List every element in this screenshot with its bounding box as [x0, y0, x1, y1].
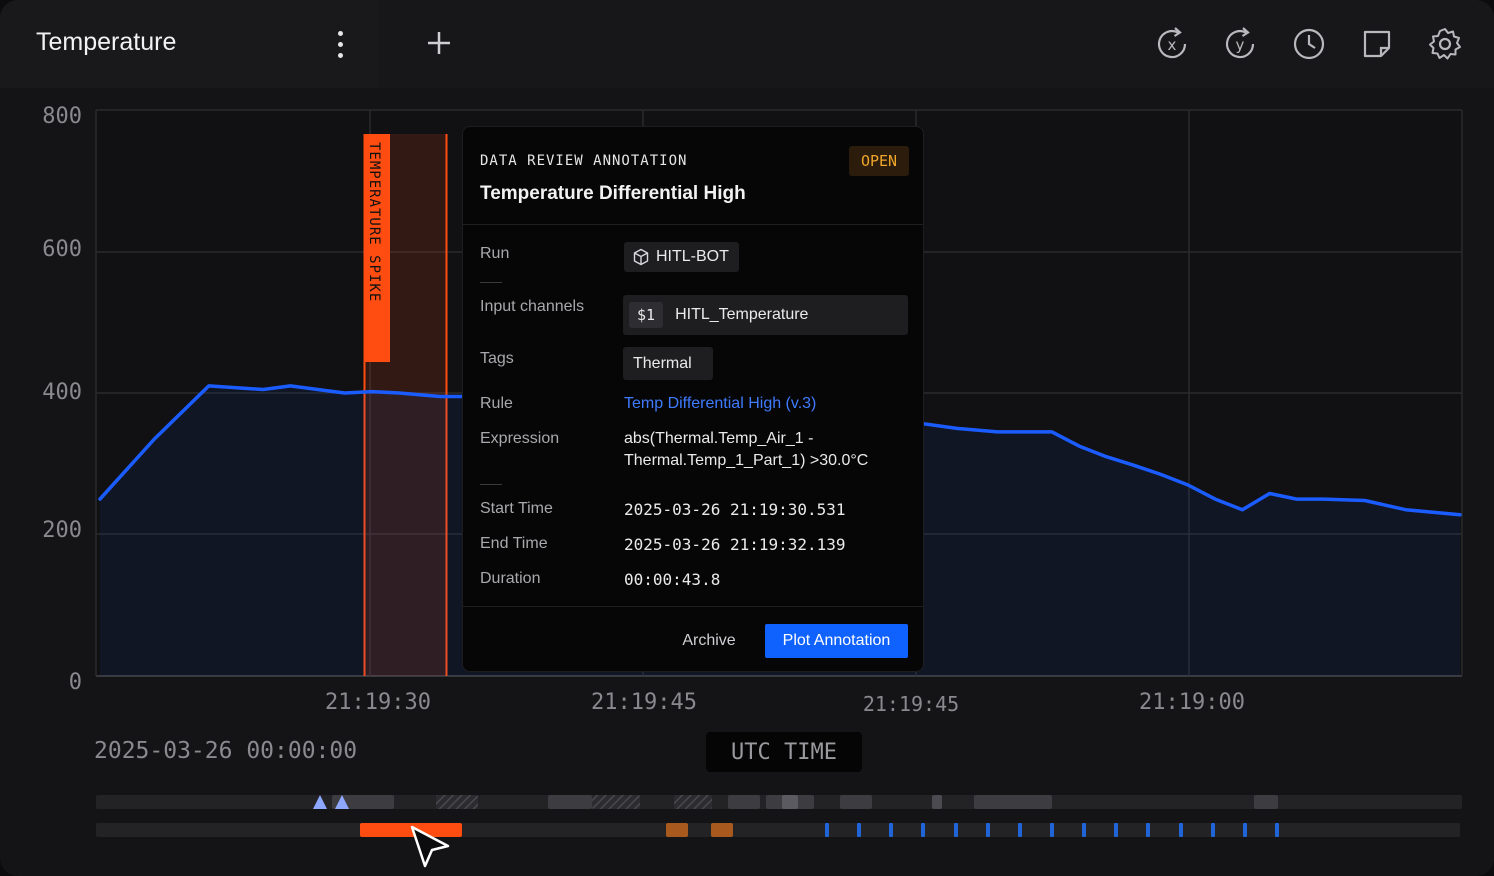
plot-annotation-button[interactable]: Plot Annotation	[765, 624, 908, 658]
annotation-popover: DATA REVIEW ANNOTATION OPEN Temperature …	[462, 126, 924, 672]
start-time-value: 2025-03-26 21:19:30.531	[624, 500, 846, 519]
run-chip[interactable]: HITL-BOT	[624, 242, 739, 272]
svg-text:x: x	[1168, 36, 1177, 54]
expression-line-2: Thermal.Temp_1_Part_1) >30.0°C	[624, 452, 869, 469]
input-channel-chip[interactable]: $1 HITL_Temperature	[623, 295, 908, 335]
duration-value: 00:00:43.8	[624, 570, 721, 589]
annotation-label-text: TEMPERATURE SPIKE	[366, 142, 382, 303]
y-tick-label: 0	[68, 670, 82, 695]
expression-label: Expression	[480, 430, 560, 447]
tag-chip[interactable]: Thermal	[623, 347, 713, 380]
timeline-event	[674, 795, 712, 809]
tag-value: Thermal	[633, 354, 692, 372]
timeline-event	[332, 795, 394, 809]
timeline-event	[1254, 795, 1278, 809]
date-label: 2025-03-26 00:00:00	[94, 738, 358, 764]
add-icon[interactable]	[420, 24, 458, 62]
channel-alias: $1	[629, 302, 664, 328]
tags-label: Tags	[480, 350, 514, 367]
timeline-annotation	[666, 823, 688, 837]
svg-text:y: y	[1236, 36, 1245, 54]
timeline-track-events	[96, 795, 1462, 809]
timeline-event	[782, 795, 798, 809]
timeline-event	[592, 795, 640, 809]
rule-link[interactable]: Temp Differential High (v.3)	[624, 395, 816, 413]
reset-x-axis-icon[interactable]: x	[1152, 24, 1192, 64]
timeline-event	[548, 795, 592, 809]
input-channels-label: Input channels	[480, 298, 585, 315]
y-tick-label: 400	[42, 380, 82, 405]
rule-label: Rule	[480, 395, 513, 412]
triangle-marker-icon	[335, 795, 349, 809]
plot-window: Temperature x y 800 600 400 200 0 21:19:…	[0, 0, 1494, 876]
x-tick-label: 21:19:00	[1139, 690, 1245, 715]
end-time-label: End Time	[480, 535, 548, 552]
archive-button[interactable]: Archive	[669, 625, 749, 657]
y-tick-label: 600	[42, 237, 82, 262]
timeline-annotation	[711, 823, 733, 837]
triangle-marker-icon	[313, 795, 327, 809]
timeline-track-annotations	[96, 823, 1460, 837]
popover-divider	[463, 606, 923, 607]
popover-divider	[463, 224, 923, 225]
popover-kicker: DATA REVIEW ANNOTATION	[480, 153, 688, 169]
channel-name: HITL_Temperature	[675, 306, 809, 323]
duration-label: Duration	[480, 570, 541, 587]
timeline-ticks	[825, 823, 1279, 837]
cube-icon	[633, 248, 649, 266]
timeline-event	[840, 795, 872, 809]
end-time-value: 2025-03-26 21:19:32.139	[624, 535, 846, 554]
mouse-pointer-icon	[410, 825, 450, 868]
popover-title: Temperature Differential High	[480, 183, 746, 204]
y-tick-label: 800	[42, 104, 82, 129]
status-badge: OPEN	[849, 146, 909, 176]
x-tick-label: 21:19:30	[325, 690, 431, 715]
timezone-button[interactable]: UTC TIME	[706, 732, 862, 772]
expression-line-1: abs(Thermal.Temp_Air_1 -	[624, 430, 814, 447]
y-tick-label: 200	[42, 518, 82, 543]
timeline-event	[766, 795, 814, 809]
settings-icon[interactable]	[1425, 24, 1465, 64]
reset-y-axis-icon[interactable]: y	[1220, 24, 1260, 64]
x-tick-label: 21:19:45	[862, 692, 960, 716]
timeline-event	[932, 795, 942, 809]
clock-icon[interactable]	[1289, 24, 1329, 64]
x-tick-label: 21:19:45	[591, 690, 697, 715]
note-icon[interactable]	[1357, 24, 1397, 64]
start-time-label: Start Time	[480, 500, 553, 517]
timeline-event	[728, 795, 760, 809]
run-value: HITL-BOT	[656, 248, 729, 265]
timeline-event	[974, 795, 1052, 809]
separator	[480, 484, 502, 485]
timeline-event	[436, 795, 478, 809]
tab-title[interactable]: Temperature	[36, 28, 176, 57]
separator	[480, 282, 502, 283]
more-vertical-icon[interactable]	[326, 26, 354, 62]
run-label: Run	[480, 245, 510, 262]
